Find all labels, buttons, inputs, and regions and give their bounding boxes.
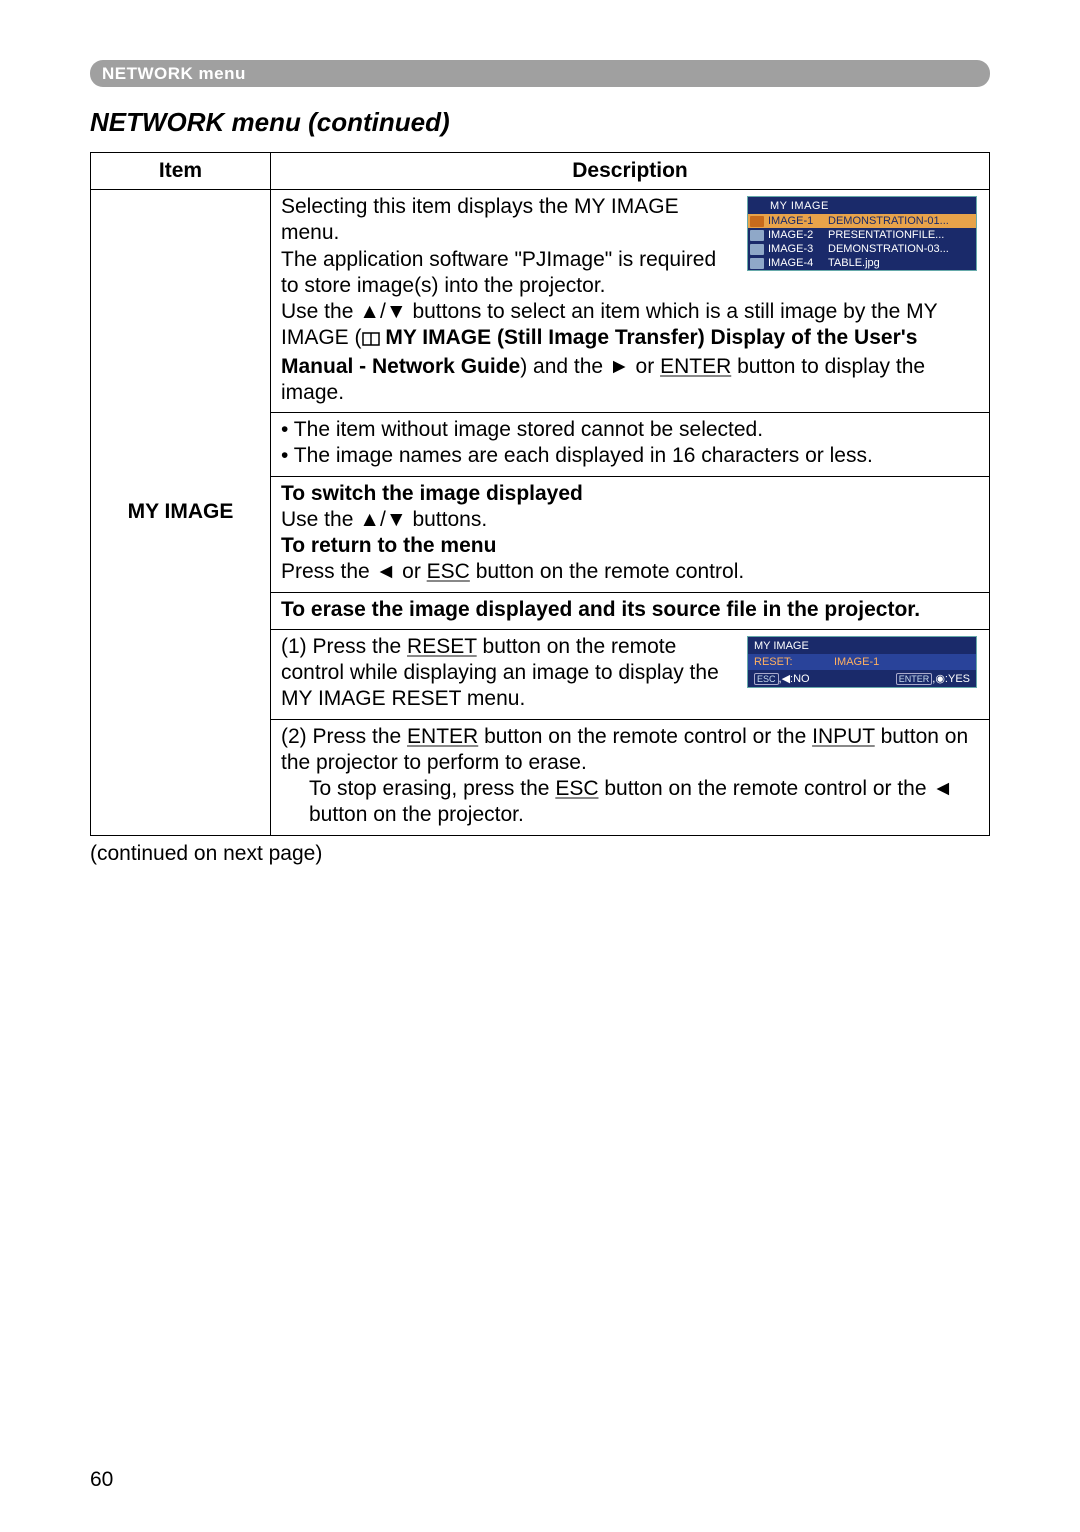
esc-button-ref: ESC bbox=[555, 777, 598, 800]
enter-button-ref: ENTER bbox=[660, 355, 731, 378]
osd-text: ,◀:NO bbox=[779, 673, 810, 685]
input-button-ref: INPUT bbox=[812, 725, 875, 748]
osd-left-option: ESC,◀:NO bbox=[754, 672, 810, 685]
col-header-desc: Description bbox=[271, 153, 990, 190]
desc-heading: To return to the menu bbox=[281, 534, 496, 557]
desc-span: To stop erasing, press the bbox=[309, 777, 555, 800]
osd-row-value: TABLE.jpg bbox=[828, 257, 970, 269]
osd-row-label: IMAGE-4 bbox=[768, 257, 828, 269]
menu-table: Item Description MY IMAGE MY IMAGE IMAGE… bbox=[90, 152, 990, 836]
osd-row-label: IMAGE-1 bbox=[768, 215, 828, 227]
desc-text: Use the ▲/▼ buttons. bbox=[281, 507, 979, 533]
osd-title: MY IMAGE bbox=[748, 637, 976, 654]
osd-reset-menu: MY IMAGE RESET: IMAGE-1 ESC,◀:NO ENTER,◉… bbox=[747, 636, 977, 688]
desc-text: • The item without image stored cannot b… bbox=[281, 417, 979, 443]
osd-title: MY IMAGE bbox=[748, 197, 976, 214]
desc-block-4: To erase the image displayed and its sou… bbox=[271, 592, 989, 629]
breadcrumb-text: NETWORK menu bbox=[102, 64, 246, 84]
image-icon bbox=[750, 230, 764, 241]
desc-block-6: (2) Press the ENTER button on the remote… bbox=[271, 719, 989, 835]
osd-row-value: DEMONSTRATION-03... bbox=[828, 243, 970, 255]
desc-span: ) and the ► or bbox=[520, 355, 660, 378]
osd-row-label: IMAGE-2 bbox=[768, 229, 828, 241]
enter-button-ref: ENTER bbox=[407, 725, 478, 748]
desc-heading: To erase the image displayed and its sou… bbox=[281, 598, 920, 621]
osd-row-value: PRESENTATIONFILE... bbox=[828, 229, 970, 241]
image-icon bbox=[750, 244, 764, 255]
desc-span: button on the remote control or the bbox=[478, 725, 812, 748]
breadcrumb-bar: NETWORK menu bbox=[90, 60, 990, 87]
reset-button-ref: RESET bbox=[407, 635, 477, 658]
osd-row-value: DEMONSTRATION-01... bbox=[828, 215, 970, 227]
desc-span: (2) Press the bbox=[281, 725, 407, 748]
item-cell-myimage: MY IMAGE bbox=[91, 190, 271, 836]
osd-row-4: IMAGE-4 TABLE.jpg bbox=[748, 256, 976, 270]
desc-cell: MY IMAGE IMAGE-1 DEMONSTRATION-01... IMA… bbox=[271, 190, 990, 836]
col-header-item: Item bbox=[91, 153, 271, 190]
osd-reset-value: IMAGE-1 bbox=[834, 656, 879, 668]
image-icon bbox=[750, 216, 764, 227]
desc-span: button on the remote control. bbox=[470, 560, 744, 583]
osd-myimage-menu: MY IMAGE IMAGE-1 DEMONSTRATION-01... IMA… bbox=[747, 196, 977, 271]
desc-block-3: To switch the image displayed Use the ▲/… bbox=[271, 476, 989, 592]
book-icon bbox=[362, 327, 380, 353]
desc-text: Press the ◄ or ESC button on the remote … bbox=[281, 559, 979, 585]
desc-block-1: MY IMAGE IMAGE-1 DEMONSTRATION-01... IMA… bbox=[271, 190, 989, 412]
desc-heading: To switch the image displayed bbox=[281, 482, 583, 505]
section-title: NETWORK menu (continued) bbox=[90, 107, 990, 138]
enter-keybox: ENTER bbox=[896, 673, 933, 685]
osd-reset-row: RESET: IMAGE-1 bbox=[748, 654, 976, 670]
esc-button-ref: ESC bbox=[427, 560, 470, 583]
esc-keybox: ESC bbox=[754, 673, 779, 685]
desc-block-2: • The item without image stored cannot b… bbox=[271, 412, 989, 476]
image-icon bbox=[750, 258, 764, 269]
osd-reset-label: RESET: bbox=[754, 656, 834, 668]
desc-span: (1) Press the bbox=[281, 635, 407, 658]
osd-right-option: ENTER,◉:YES bbox=[896, 672, 970, 685]
osd-text: ,◉:YES bbox=[932, 673, 970, 685]
osd-buttons-row: ESC,◀:NO ENTER,◉:YES bbox=[748, 670, 976, 687]
osd-row-label: IMAGE-3 bbox=[768, 243, 828, 255]
continued-note: (continued on next page) bbox=[90, 842, 990, 866]
desc-text: • The image names are each displayed in … bbox=[281, 443, 979, 469]
osd-row-1: IMAGE-1 DEMONSTRATION-01... bbox=[748, 214, 976, 228]
page-number: 60 bbox=[90, 1468, 113, 1492]
osd-row-3: IMAGE-3 DEMONSTRATION-03... bbox=[748, 242, 976, 256]
desc-text: Use the ▲/▼ buttons to select an item wh… bbox=[281, 299, 979, 406]
desc-span: Press the ◄ or bbox=[281, 560, 427, 583]
desc-text: (2) Press the ENTER button on the remote… bbox=[281, 724, 979, 829]
desc-block-5: MY IMAGE RESET: IMAGE-1 ESC,◀:NO ENTER,◉… bbox=[271, 629, 989, 719]
osd-row-2: IMAGE-2 PRESENTATIONFILE... bbox=[748, 228, 976, 242]
